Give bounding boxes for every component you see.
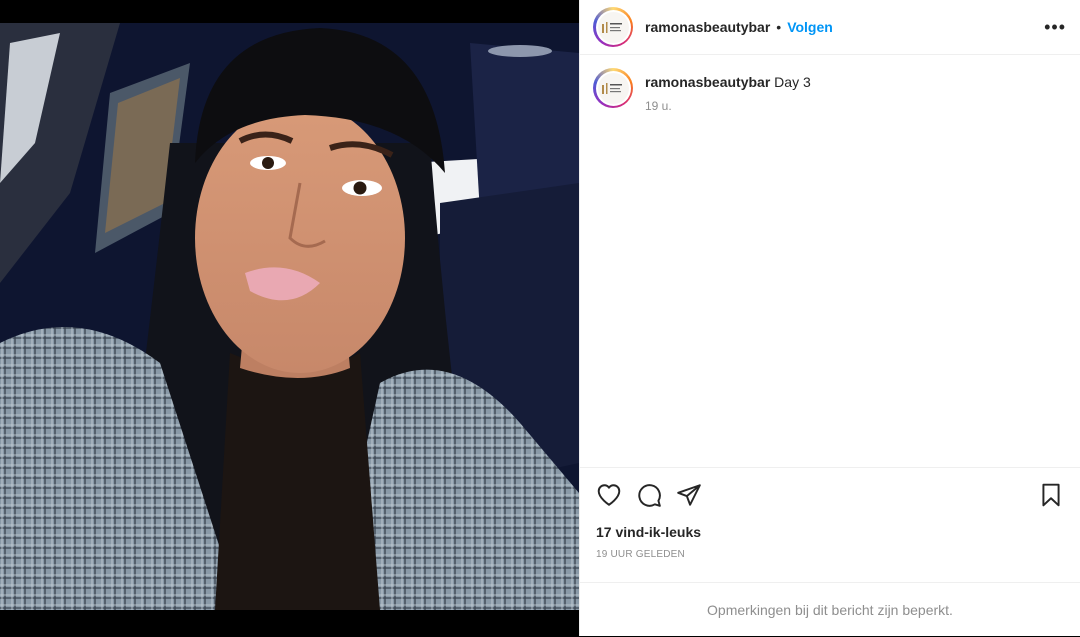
heart-icon[interactable] [596,482,622,508]
action-bar [580,467,1080,521]
follow-button[interactable]: Volgen [787,19,833,35]
likes-count[interactable]: 17 vind-ik-leuks [596,524,701,540]
caption-avatar[interactable] [593,68,633,108]
caption-text: Day 3 [774,74,811,90]
selfie-photo [0,23,579,610]
share-icon[interactable] [676,482,702,508]
post-image[interactable] [0,23,579,610]
avatar[interactable] [593,7,633,47]
username-link[interactable]: ramonasbeautybar [645,19,770,35]
brand-logo [597,11,629,43]
more-icon[interactable]: ••• [1044,17,1066,38]
brand-logo [597,72,629,104]
post-header: ramonasbeautybar • Volgen ••• [580,0,1080,55]
caption: ramonasbeautybar Day 3 19 u. [580,55,1080,113]
bookmark-icon[interactable] [1038,482,1064,508]
caption-timestamp[interactable]: 19 u. [645,99,811,113]
comments-disabled-notice: Opmerkingen bij dit bericht zijn beperkt… [580,582,1080,637]
post-details-panel: ramonasbeautybar • Volgen ••• ramonasbea… [579,0,1080,636]
post-date[interactable]: 19 UUR GELEDEN [596,549,685,560]
comment-icon[interactable] [636,482,662,508]
caption-username[interactable]: ramonasbeautybar [645,74,770,90]
separator-dot: • [776,19,782,35]
